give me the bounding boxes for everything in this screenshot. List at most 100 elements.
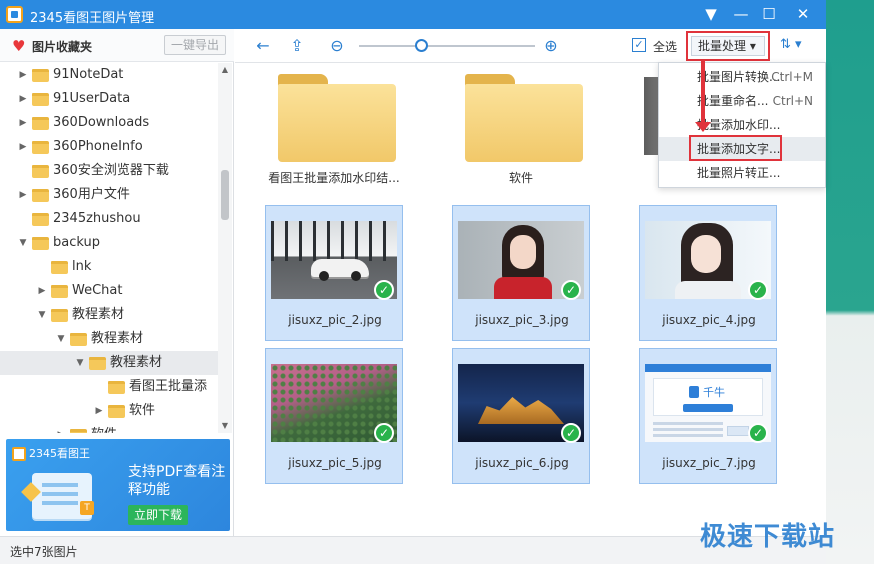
folder-icon (108, 381, 125, 394)
folder-icon (89, 357, 106, 370)
close-button[interactable]: ✕ (790, 3, 816, 25)
tree-item[interactable]: ▶ 360用户文件 (0, 183, 218, 207)
ad-brand: 2345看图王 (12, 445, 90, 461)
desktop-background (826, 0, 874, 564)
sort-icon[interactable]: ⇅ ▾ (780, 37, 802, 52)
export-button[interactable]: 一键导出 (164, 35, 226, 55)
batch-process-highlight: 批量处理 ▾ (686, 31, 770, 61)
checkmark-icon[interactable]: ✓ (748, 280, 768, 300)
maximize-button[interactable]: ☐ (756, 3, 782, 25)
folder-icon (32, 213, 49, 226)
tree-item[interactable]: ▶ 软件 (0, 423, 218, 433)
tree-item[interactable]: ▶ 360PhoneInfo (0, 135, 218, 159)
app-window: 2345看图王图片管理 ▼ — ☐ ✕ ♥ 图片收藏夹 一键导出 ▶ 91Note… (0, 0, 874, 564)
tree-item-label: 360用户文件 (53, 187, 130, 202)
upload-folder-icon[interactable]: ⇪ (287, 36, 307, 56)
expand-arrow-icon[interactable]: ▶ (18, 135, 28, 159)
image-tile[interactable]: ✓ jisuxz_pic_4.jpg (639, 205, 777, 341)
tree-item[interactable]: 360安全浏览器下载 (0, 159, 218, 183)
tree-item-label: WeChat (72, 283, 123, 298)
ad-logo-icon (12, 447, 26, 461)
tile-label: jisuxz_pic_7.jpg (662, 456, 756, 470)
tree-item[interactable]: ▶ 91NoteDat (0, 63, 218, 87)
tile-label: jisuxz_pic_5.jpg (288, 456, 382, 470)
folder-icon (32, 117, 49, 130)
expand-arrow-icon[interactable]: ▶ (56, 423, 66, 433)
image-tile[interactable]: ✓ jisuxz_pic_3.jpg (452, 205, 590, 341)
collapse-arrow-icon[interactable]: ▼ (75, 351, 85, 375)
expand-arrow-icon[interactable]: ▶ (18, 183, 28, 207)
tree-item-label: 91UserData (53, 91, 131, 106)
favorites-label[interactable]: 图片收藏夹 (32, 38, 92, 55)
minimize-button[interactable]: — (728, 3, 754, 25)
image-tile[interactable]: ✓ jisuxz_pic_5.jpg (265, 348, 403, 484)
tile-label: jisuxz_pic_6.jpg (475, 456, 569, 470)
scroll-down-icon[interactable]: ▼ (218, 421, 232, 430)
tree-item[interactable]: ▼ backup (0, 231, 218, 255)
tree-item[interactable]: 看图王批量添 (0, 375, 218, 399)
ad-download-button[interactable]: 立即下载 (128, 505, 188, 525)
folder-tile[interactable]: 看图王批量添加水印结... (265, 62, 403, 198)
folder-icon (70, 333, 87, 346)
checkmark-icon[interactable]: ✓ (561, 280, 581, 300)
image-tile[interactable]: ✓ jisuxz_pic_6.jpg (452, 348, 590, 484)
ad-banner[interactable]: 2345看图王 T 支持PDF查看注释功能 立即下载 (6, 439, 230, 531)
expand-arrow-icon[interactable]: ▶ (18, 111, 28, 135)
tree-item-label: lnk (72, 259, 92, 274)
expand-arrow-icon[interactable]: ▶ (37, 279, 47, 303)
tree-item[interactable]: lnk (0, 255, 218, 279)
folder-icon (51, 285, 68, 298)
dropdown-arrow-icon[interactable]: ▼ (698, 3, 724, 25)
scroll-up-icon[interactable]: ▲ (218, 65, 232, 74)
tree-item[interactable]: ▼ 教程素材 (0, 327, 218, 351)
tree-item[interactable]: ▶ WeChat (0, 279, 218, 303)
tree-item[interactable]: ▼ 教程素材 (0, 351, 218, 375)
tile-label: jisuxz_pic_3.jpg (475, 313, 569, 327)
menu-item-label: 批量重命名... (697, 94, 769, 108)
tree-item-label: 软件 (129, 403, 156, 418)
collapse-arrow-icon[interactable]: ▼ (18, 231, 28, 255)
folder-icon (51, 261, 68, 274)
select-all-label[interactable]: 全选 (653, 38, 677, 55)
tile-label: 软件 (508, 171, 533, 185)
image-tile[interactable]: 千牛 ✓ jisuxz_pic_7.jpg (639, 348, 777, 484)
expand-arrow-icon[interactable]: ▶ (18, 87, 28, 111)
expand-arrow-icon[interactable]: ▶ (18, 63, 28, 87)
expand-arrow-icon[interactable]: ▶ (94, 399, 104, 423)
zoom-slider-knob[interactable] (415, 39, 428, 52)
scrollbar-thumb[interactable] (221, 170, 229, 220)
back-arrow-icon[interactable]: ← (253, 36, 273, 56)
menu-item[interactable]: 批量照片转正... (659, 161, 825, 185)
checkmark-icon[interactable]: ✓ (374, 423, 394, 443)
tree-item[interactable]: ▶ 91UserData (0, 87, 218, 111)
collapse-arrow-icon[interactable]: ▼ (56, 327, 66, 351)
tree-item-label: 2345zhushou (53, 211, 141, 226)
checkmark-icon[interactable]: ✓ (561, 423, 581, 443)
folder-icon (70, 429, 87, 433)
tree-item[interactable]: 2345zhushou (0, 207, 218, 231)
tree-item-label: 软件 (91, 423, 117, 433)
tree-item[interactable]: ▼ 教程素材 (0, 303, 218, 327)
tree-item[interactable]: ▶ 360Downloads (0, 111, 218, 135)
menu-item[interactable]: 批量添加水印... (659, 113, 825, 137)
menu-item[interactable]: 批量重命名... Ctrl+N (659, 89, 825, 113)
zoom-out-icon[interactable]: ⊖ (327, 36, 347, 56)
folder-tile[interactable]: 软件 (452, 62, 590, 198)
checkmark-icon[interactable]: ✓ (374, 280, 394, 300)
folder-tree: ▶ 91NoteDat ▶ 91UserData ▶ 360Downloads ▶ 360Ph… (0, 63, 218, 433)
menu-item[interactable]: 批量图片转换... Ctrl+M (659, 65, 825, 89)
collapse-arrow-icon[interactable]: ▼ (37, 303, 47, 327)
tree-item[interactable]: ▶ 软件 (0, 399, 218, 423)
tree-item-label: 教程素材 (110, 355, 163, 370)
folder-icon (32, 189, 49, 202)
batch-menu: 批量图片转换... Ctrl+M 批量重命名... Ctrl+N 批量添加水印... 批量… (658, 62, 826, 188)
title-bar: 2345看图王图片管理 ▼ — ☐ ✕ (0, 0, 826, 29)
zoom-slider[interactable] (359, 39, 535, 52)
toolbar: ← ⇪ ⊖ ⊕ ✓ 全选 批量处理 ▾ ⇅ ▾ (235, 29, 826, 63)
zoom-in-icon[interactable]: ⊕ (541, 36, 561, 56)
checkmark-icon[interactable]: ✓ (748, 423, 768, 443)
batch-process-button[interactable]: 批量处理 ▾ (691, 36, 765, 56)
tree-scrollbar[interactable]: ▲ ▼ (218, 63, 232, 433)
image-tile[interactable]: ✓ jisuxz_pic_2.jpg (265, 205, 403, 341)
select-all-checkbox[interactable]: ✓ (632, 38, 646, 52)
